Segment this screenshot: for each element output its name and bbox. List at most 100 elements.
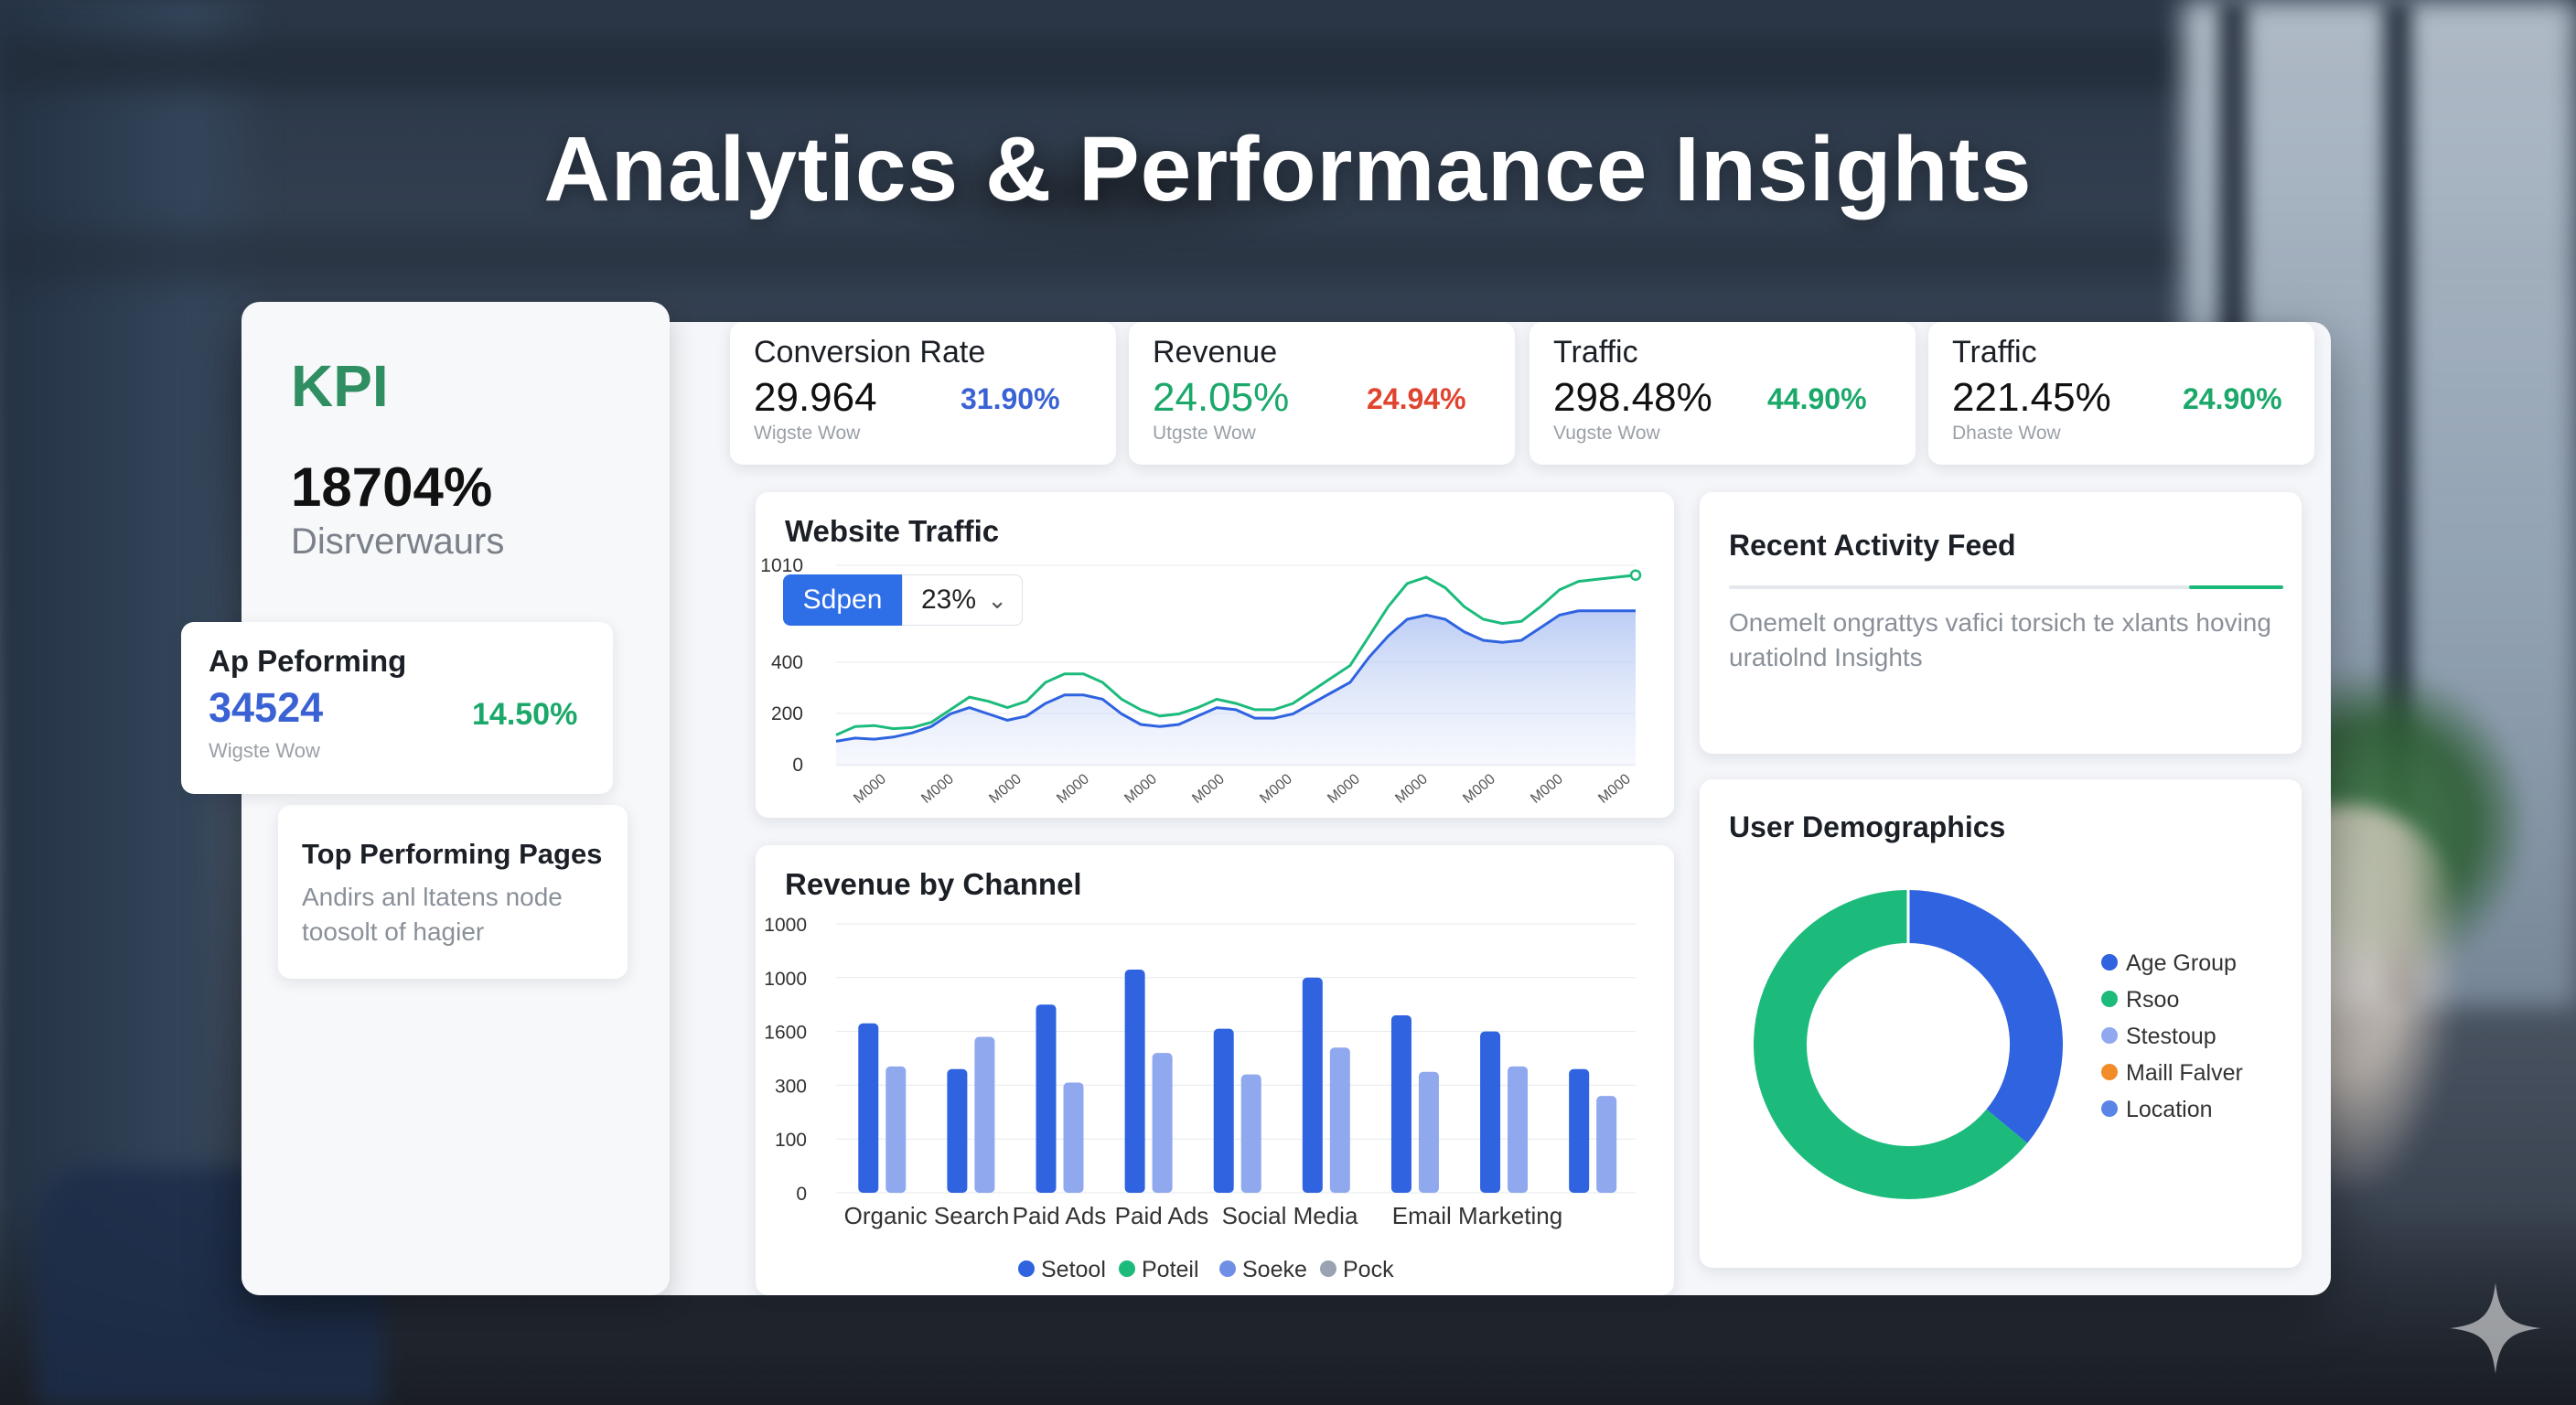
website-traffic-title: Website Traffic (785, 514, 1000, 548)
metric-value: 24.05% (1153, 375, 1290, 420)
metric-subtitle: Dhaste Wow (1952, 423, 2061, 444)
revenue-bar (1036, 1004, 1057, 1193)
x-tick-label: M000 (1595, 771, 1634, 807)
category-label: Paid Ads (1115, 1202, 1209, 1229)
y-tick-label: 1010 (760, 555, 803, 576)
user-demographics-chart: Age Group Rsoo Stestoup Maill Falver Locatio… (1754, 890, 2243, 1199)
revenue-bar (1124, 969, 1145, 1193)
traffic-area-fill (836, 610, 1636, 767)
legend-label: Stestoup (2126, 1024, 2216, 1049)
metric-card-revenue[interactable]: Revenue 24.05% 24.94% Utgste Wow (1129, 322, 1515, 465)
revenue-bar (1480, 1031, 1501, 1193)
ap-performing-percent: 14.50% (472, 697, 578, 732)
y-tick-label: 1600 (764, 1023, 807, 1044)
revenue-bar (1213, 1028, 1234, 1193)
category-label: Email Marketing (1392, 1202, 1562, 1229)
y-tick-label: 1000 (764, 969, 807, 990)
category-label: Paid Ads (1013, 1202, 1107, 1229)
kpi-subtitle: Disrverwaurs (291, 521, 505, 562)
x-tick-label: M000 (1257, 771, 1295, 807)
legend-marker (2101, 954, 2118, 971)
metric-subtitle: Wigste Wow (754, 423, 861, 444)
metric-card-conversion-rate[interactable]: Conversion Rate 29.964 31.90% Wigste Wow (730, 322, 1116, 465)
kpi-title: KPI (291, 353, 389, 419)
legend-marker (1018, 1260, 1035, 1277)
revenue-bar (1240, 1074, 1261, 1193)
legend-label: Maill Falver (2126, 1060, 2243, 1086)
revenue-by-channel-card: Revenue by Channel 1000 1000 1600 300 100 0 Or… (756, 845, 1674, 1295)
recent-activity-card[interactable]: Recent Activity Feed Onemelt ongrattys v… (1700, 492, 2302, 754)
ap-performing-card[interactable]: Ap Peforming 34524 14.50% Wigste Wow (181, 622, 613, 794)
x-tick-label: M000 (1054, 771, 1092, 807)
legend-marker (2101, 1027, 2118, 1044)
metric-value: 221.45% (1952, 375, 2111, 420)
legend-marker (2101, 1100, 2118, 1117)
legend-label: Rsoo (2126, 987, 2179, 1013)
activity-progress-fill (2188, 585, 2283, 589)
website-traffic-card: 1010 400 200 0 M000 M000 M000 M000 M000 M000 M000 M… (756, 492, 1674, 818)
y-tick-label: 300 (775, 1076, 807, 1097)
revenue-bar (1152, 1053, 1173, 1193)
top-pages-card[interactable]: Top Performing Pages Andirs anl ltatens … (278, 805, 628, 979)
recent-activity-text: Onemelt ongrattys vafici torsich te xlan… (1729, 608, 2271, 671)
category-label: Organic Search (844, 1202, 1010, 1229)
x-tick-label: M000 (851, 771, 889, 807)
x-tick-label: M000 (986, 771, 1025, 807)
metric-percent: 24.94% (1367, 382, 1466, 415)
revenue-bar (886, 1066, 907, 1193)
traffic-filter-select[interactable]: 23% ⌄ (902, 574, 1023, 626)
traffic-filter-button[interactable]: Sdpen (783, 574, 902, 626)
revenue-bar (1596, 1096, 1617, 1193)
x-tick-label: M000 (1460, 771, 1498, 807)
y-tick-label: 1000 (764, 915, 807, 936)
revenue-bar (1302, 977, 1323, 1193)
sparkle-icon (2450, 1282, 2541, 1374)
legend-label: Age Group (2126, 950, 2237, 976)
top-pages-title: Top Performing Pages (302, 838, 603, 870)
metric-percent: 24.90% (2183, 382, 2282, 415)
donut-slice (1907, 890, 2063, 1143)
revenue-bar (1329, 1047, 1350, 1193)
ap-performing-title: Ap Peforming (209, 644, 407, 678)
metric-card-traffic-2[interactable]: Traffic 221.45% 24.90% Dhaste Wow (1928, 322, 2314, 465)
revenue-bar (1063, 1082, 1084, 1193)
revenue-bar (1508, 1066, 1529, 1193)
metric-label: Traffic (1952, 335, 2037, 370)
category-label: Social Media (1222, 1202, 1358, 1229)
metric-value: 29.964 (754, 375, 877, 420)
legend-marker (1119, 1260, 1135, 1277)
metric-percent: 44.90% (1767, 382, 1867, 415)
page-title: Analytics & Performance Insights (543, 118, 2033, 220)
x-tick-label: M000 (1122, 771, 1160, 807)
legend-label: Soeke (1242, 1257, 1307, 1282)
revenue-bar (858, 1023, 879, 1193)
ap-performing-subtitle: Wigste Wow (209, 739, 320, 762)
legend-label: Setool (1041, 1257, 1106, 1282)
metric-label: Traffic (1553, 335, 1638, 370)
revenue-bar (1418, 1071, 1439, 1193)
traffic-end-point (1629, 569, 1642, 581)
revenue-bar (1390, 1014, 1411, 1193)
x-tick-label: M000 (1189, 771, 1228, 807)
y-tick-label: 100 (775, 1130, 807, 1151)
activity-progress-track (1729, 585, 2283, 589)
ap-performing-value: 34524 (209, 684, 324, 731)
metric-subtitle: Utgste Wow (1153, 423, 1256, 444)
kpi-sidebar (242, 302, 670, 1295)
metric-label: Conversion Rate (754, 335, 986, 370)
top-pages-text: Andirs anl ltatens node toosolt of hagie… (302, 883, 563, 946)
metric-percent: 31.90% (961, 382, 1060, 415)
revenue-bar (947, 1068, 968, 1193)
legend-marker (1320, 1260, 1336, 1277)
metric-card-traffic[interactable]: Traffic 298.48% 44.90% Vugste Wow (1530, 322, 1916, 465)
x-tick-label: M000 (1392, 771, 1431, 807)
recent-activity-title: Recent Activity Feed (1729, 529, 2016, 562)
revenue-bar (974, 1036, 995, 1193)
y-tick-label: 0 (792, 755, 803, 776)
y-tick-label: 0 (796, 1184, 807, 1205)
revenue-by-channel-chart: 1000100016003001000Organic Search Paid Ad… (764, 915, 1636, 1282)
x-tick-label: M000 (1528, 771, 1566, 807)
legend-marker (1219, 1260, 1236, 1277)
legend-label: Pock (1343, 1257, 1394, 1282)
metric-label: Revenue (1153, 335, 1278, 370)
